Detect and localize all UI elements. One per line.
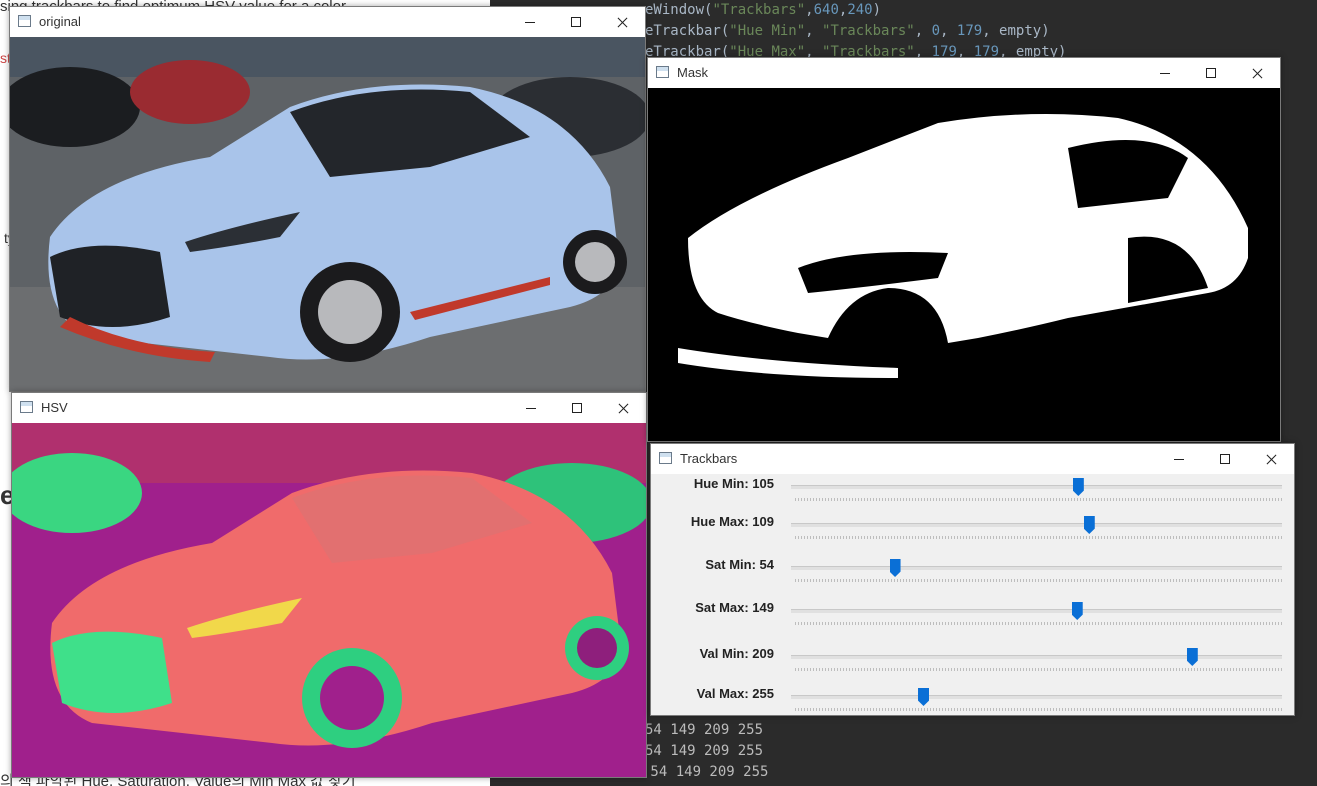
close-icon[interactable] bbox=[599, 7, 645, 37]
close-icon[interactable] bbox=[1234, 58, 1280, 88]
hsv-photo bbox=[12, 423, 646, 777]
trackbar-ticks bbox=[795, 622, 1282, 625]
code-token: 240 bbox=[847, 2, 873, 18]
trackbar-thumb[interactable] bbox=[918, 688, 930, 706]
window-title: Mask bbox=[677, 65, 709, 80]
trackbar-ticks bbox=[795, 668, 1282, 671]
code-token: 179 bbox=[956, 23, 983, 39]
window-icon bbox=[656, 66, 669, 78]
trackbar-label: Val Max: 255 bbox=[696, 686, 774, 701]
code-token: ) bbox=[872, 2, 882, 18]
trackbar-row[interactable]: Val Max: 255 bbox=[651, 684, 1294, 715]
code-token: 0 bbox=[931, 23, 941, 39]
code-token: "Trackbars" bbox=[822, 23, 915, 39]
maximize-icon[interactable] bbox=[553, 7, 599, 37]
code-token: , bbox=[805, 23, 823, 39]
car-photo bbox=[10, 37, 645, 391]
trackbar-track[interactable] bbox=[791, 695, 1282, 699]
trackbar-thumb[interactable] bbox=[1186, 648, 1198, 666]
window-icon bbox=[18, 15, 31, 27]
mask-image bbox=[648, 88, 1280, 441]
trackbar-thumb[interactable] bbox=[889, 559, 901, 577]
trackbar-ticks bbox=[795, 536, 1282, 539]
trackbar-ticks bbox=[795, 708, 1282, 711]
trackbar-ticks bbox=[795, 498, 1282, 501]
hsv-image bbox=[12, 423, 646, 777]
console-output-line: 54 149 209 255 bbox=[645, 743, 764, 759]
window-icon bbox=[20, 401, 33, 413]
titlebar[interactable]: Mask bbox=[648, 58, 1280, 88]
titlebar[interactable]: original bbox=[10, 7, 645, 37]
maximize-icon[interactable] bbox=[1202, 444, 1248, 474]
maximize-icon[interactable] bbox=[1188, 58, 1234, 88]
trackbar-label: Hue Max: 109 bbox=[690, 514, 774, 529]
code-token: "Hue Min" bbox=[729, 23, 806, 39]
trackbar-row[interactable]: Sat Min: 54 bbox=[651, 555, 1294, 595]
titlebar[interactable]: Trackbars bbox=[651, 444, 1294, 474]
close-icon[interactable] bbox=[1248, 444, 1294, 474]
trackbar-row[interactable]: Hue Min: 105 bbox=[651, 474, 1294, 514]
trackbar-track[interactable] bbox=[791, 609, 1282, 613]
trackbar-label: Sat Min: 54 bbox=[705, 557, 774, 572]
window-trackbars[interactable]: Trackbars Hue Min: 105 Hue Max: 109 Sat Mi… bbox=[650, 443, 1295, 716]
code-line: eTrackbar("Hue Min", "Trackbars", 0, 179… bbox=[645, 23, 1050, 39]
trackbar-label: Val Min: 209 bbox=[699, 646, 774, 661]
minimize-icon[interactable] bbox=[507, 7, 553, 37]
minimize-icon[interactable] bbox=[1142, 58, 1188, 88]
window-title: HSV bbox=[41, 400, 68, 415]
trackbar-track[interactable] bbox=[791, 485, 1282, 489]
window-title: Trackbars bbox=[680, 451, 738, 466]
trackbar-thumb[interactable] bbox=[1083, 516, 1095, 534]
window-icon bbox=[659, 452, 672, 464]
minimize-icon[interactable] bbox=[508, 393, 554, 423]
trackbar-panel: Hue Min: 105 Hue Max: 109 Sat Min: 54 Sat M… bbox=[651, 474, 1294, 715]
trackbar-thumb[interactable] bbox=[1071, 602, 1083, 620]
window-hsv[interactable]: HSV bbox=[11, 392, 647, 778]
code-token: 640 bbox=[813, 2, 839, 18]
trackbar-label: Sat Max: 149 bbox=[695, 600, 774, 615]
original-image bbox=[10, 37, 645, 391]
code-token: , bbox=[914, 23, 932, 39]
minimize-icon[interactable] bbox=[1156, 444, 1202, 474]
code-token: , bbox=[940, 23, 957, 39]
code-token: eWindow( bbox=[645, 2, 713, 18]
trackbar-label: Hue Min: 105 bbox=[693, 476, 774, 491]
code-token: , bbox=[805, 2, 814, 18]
titlebar[interactable]: HSV bbox=[12, 393, 646, 423]
trackbar-ticks bbox=[795, 579, 1282, 582]
code-line: eWindow("Trackbars",640,240) bbox=[645, 2, 881, 18]
code-token: eTrackbar( bbox=[645, 23, 730, 39]
code-token: "Trackbars" bbox=[712, 2, 806, 18]
trackbar-track[interactable] bbox=[791, 655, 1282, 659]
maximize-icon[interactable] bbox=[554, 393, 600, 423]
trackbar-row[interactable]: Hue Max: 109 bbox=[651, 512, 1294, 552]
code-token: , empty) bbox=[982, 23, 1050, 39]
trackbar-track[interactable] bbox=[791, 566, 1282, 570]
trackbar-track[interactable] bbox=[791, 523, 1282, 527]
trackbar-row[interactable]: Val Min: 209 bbox=[651, 644, 1294, 684]
close-icon[interactable] bbox=[600, 393, 646, 423]
window-original[interactable]: original bbox=[9, 6, 646, 392]
window-mask[interactable]: Mask bbox=[647, 57, 1281, 442]
console-output-line: 54 149 209 255 bbox=[645, 722, 764, 738]
trackbar-thumb[interactable] bbox=[1072, 478, 1084, 496]
trackbar-row[interactable]: Sat Max: 149 bbox=[651, 598, 1294, 638]
mask-silhouette bbox=[648, 88, 1280, 441]
window-title: original bbox=[39, 14, 81, 29]
